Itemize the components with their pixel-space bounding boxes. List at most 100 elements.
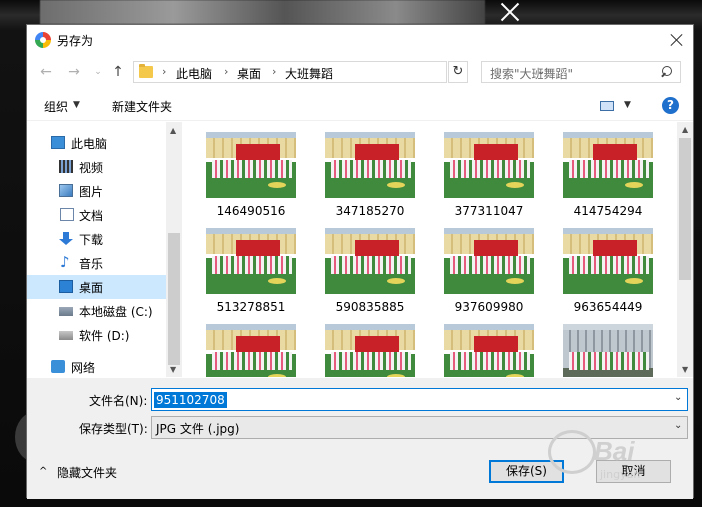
app-icon [35, 32, 51, 48]
file-name: 146490516 [216, 204, 286, 218]
scroll-down-icon[interactable]: ▼ [170, 365, 176, 374]
documents-icon [60, 208, 74, 221]
chevron-down-icon[interactable]: ⌄ [674, 392, 682, 403]
sidebar-item-label: 此电脑 [71, 137, 108, 151]
file-item[interactable]: 963654449 [549, 228, 667, 322]
file-name: 414754294 [573, 204, 643, 218]
network-icon [51, 360, 65, 373]
chevron-up-icon[interactable]: ^ [39, 466, 47, 477]
close-icon[interactable] [667, 30, 687, 50]
download-icon [59, 232, 73, 245]
new-folder-button[interactable]: 新建文件夹 [112, 98, 172, 115]
sidebar-item-music[interactable]: ♪ 音乐 [27, 251, 167, 275]
title-bar: 另存为 [27, 25, 693, 55]
breadcrumb-separator-icon[interactable]: › [224, 65, 228, 78]
file-item[interactable]: 513278851 [192, 228, 310, 322]
scroll-down-icon[interactable]: ▼ [682, 365, 688, 374]
view-caret-icon[interactable]: ▼ [624, 100, 631, 110]
search-icon[interactable] [660, 66, 672, 78]
organize-button[interactable]: 组织 [44, 98, 68, 115]
file-item[interactable]: 590835885 [311, 228, 429, 322]
file-item[interactable] [549, 324, 667, 377]
recent-chevron-down-icon[interactable]: ⌄ [89, 63, 107, 81]
sidebar-item-local-disk-c[interactable]: 本地磁盘 (C:) [27, 299, 167, 323]
sidebar-item-documents[interactable]: 文档 [27, 203, 167, 227]
sidebar-item-downloads[interactable]: 下载 [27, 227, 167, 251]
file-list: 146490516 347185270 377311047 414754294 5132… [182, 122, 693, 377]
breadcrumb-separator-icon[interactable]: › [272, 65, 276, 78]
file-thumbnail [206, 324, 296, 377]
file-item[interactable]: 347185270 [311, 132, 429, 226]
search-placeholder: 搜索"大班舞蹈" [490, 67, 574, 81]
scroll-up-icon[interactable]: ▲ [682, 125, 688, 134]
view-options-icon[interactable] [600, 101, 614, 111]
forward-arrow-icon[interactable]: → [65, 63, 83, 81]
file-item[interactable]: 414754294 [549, 132, 667, 226]
filename-value[interactable]: 951102708 [154, 392, 227, 408]
file-thumbnail [563, 228, 653, 294]
file-thumbnail [206, 228, 296, 294]
sidebar-item-network[interactable]: 网络 [27, 355, 167, 379]
sidebar-item-label: 桌面 [79, 281, 104, 295]
file-thumbnail [444, 228, 534, 294]
sidebar-item-label: 网络 [71, 361, 96, 375]
file-thumbnail [563, 324, 653, 377]
sidebar-item-label: 软件 (D:) [79, 329, 130, 343]
music-icon: ♪ [60, 253, 70, 271]
dialog-title: 另存为 [57, 34, 94, 48]
up-arrow-icon[interactable]: ↑ [109, 63, 127, 81]
top-photo-strip [40, 0, 485, 24]
refresh-icon[interactable]: ↻ [448, 61, 468, 83]
chevron-down-icon[interactable]: ⌄ [674, 420, 682, 431]
sidebar-item-pictures[interactable]: 图片 [27, 179, 167, 203]
breadcrumb-desktop[interactable]: 桌面 [237, 65, 261, 82]
paw-icon [548, 430, 596, 474]
address-bar[interactable]: › 此电脑 › 桌面 › 大班舞蹈 ⌄ [133, 61, 545, 83]
scroll-up-icon[interactable]: ▲ [170, 126, 176, 135]
sidebar-item-videos[interactable]: 视频 [27, 155, 167, 179]
file-name: 377311047 [454, 204, 524, 218]
file-name: 513278851 [216, 300, 286, 314]
breadcrumb-this-pc[interactable]: 此电脑 [176, 65, 212, 82]
file-thumbnail [325, 324, 415, 377]
sidebar-item-desktop[interactable]: 桌面 [27, 275, 167, 299]
file-item[interactable]: 146490516 [192, 132, 310, 226]
watermark-sub: jingyan [600, 468, 641, 481]
file-item[interactable] [311, 324, 429, 377]
watermark-brand: Bai [594, 436, 635, 466]
command-toolbar: 组织 ▼ 新建文件夹 ▼ ? [27, 91, 693, 121]
file-name: 347185270 [335, 204, 405, 218]
sidebar-item-label: 本地磁盘 (C:) [79, 305, 153, 319]
file-list-scrollbar-thumb[interactable] [679, 138, 691, 280]
video-icon [59, 160, 73, 173]
help-icon[interactable]: ? [662, 97, 679, 114]
file-thumbnail [206, 132, 296, 198]
file-thumbnail [444, 132, 534, 198]
file-item[interactable] [430, 324, 548, 377]
drive-icon [59, 331, 73, 340]
sidebar-item-label: 下载 [79, 233, 104, 247]
pictures-icon [59, 184, 73, 197]
hide-folders-button[interactable]: 隐藏文件夹 [57, 464, 117, 481]
file-thumbnail [325, 132, 415, 198]
desktop-icon [59, 280, 73, 293]
viewer-close-icon[interactable] [498, 0, 522, 24]
navigation-pane: 此电脑 视频 图片 文档 下载 ♪ 音乐 桌面 本地磁盘 (C:) 软件 (D:… [27, 122, 182, 377]
file-item[interactable]: 377311047 [430, 132, 548, 226]
filetype-value: JPG 文件 (.jpg) [156, 422, 240, 436]
disk-icon [59, 307, 73, 316]
sidebar-item-this-pc[interactable]: 此电脑 [27, 131, 167, 155]
breadcrumb-separator-icon[interactable]: › [162, 65, 166, 78]
file-name: 963654449 [573, 300, 643, 314]
sidebar-item-software-d[interactable]: 软件 (D:) [27, 323, 167, 347]
file-item[interactable]: 937609980 [430, 228, 548, 322]
sidebar-scrollbar-thumb[interactable] [168, 233, 180, 365]
filename-label: 文件名(N): [89, 394, 148, 408]
file-thumbnail [563, 132, 653, 198]
filename-field[interactable]: 951102708 ⌄ [151, 388, 688, 411]
organize-caret-icon[interactable]: ▼ [73, 100, 80, 110]
breadcrumb-folder[interactable]: 大班舞蹈 [285, 65, 333, 82]
file-item[interactable] [192, 324, 310, 377]
search-input[interactable]: 搜索"大班舞蹈" [481, 61, 681, 83]
back-arrow-icon[interactable]: ← [37, 63, 55, 81]
